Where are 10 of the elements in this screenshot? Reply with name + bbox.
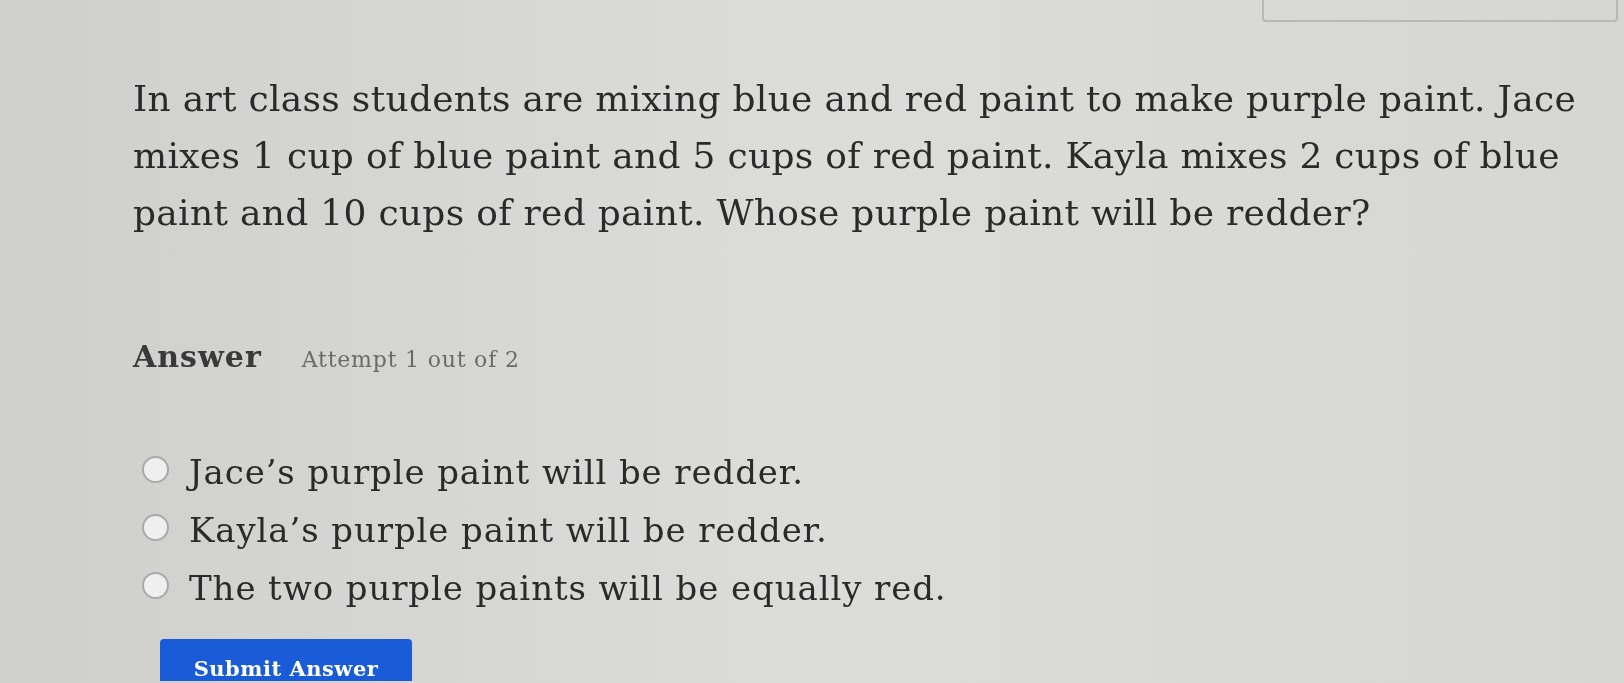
- answer-option[interactable]: Jace’s purple paint will be redder.: [142, 443, 804, 501]
- radio-button[interactable]: [142, 455, 169, 483]
- question-text: In art class students are mixing blue and red paint to make purple paint. Jace mixes 1 cup of blue paint and 5 cups of red paint. Kayla mixes 2 cups of blue paint and 10 cups of red paint. Whose purple paint will be redder?: [133, 77, 1578, 235]
- submit-button[interactable]: Submit Answer: [160, 639, 412, 681]
- radio-button[interactable]: [142, 513, 169, 541]
- radio-button[interactable]: [142, 571, 169, 599]
- attempt-counter: Attempt 1 out of 2: [301, 346, 520, 374]
- answer-heading: Answer: [133, 339, 262, 375]
- answer-option[interactable]: Kayla’s purple paint will be redder.: [142, 501, 828, 559]
- answer-option[interactable]: The two purple paints will be equally red.: [142, 559, 947, 617]
